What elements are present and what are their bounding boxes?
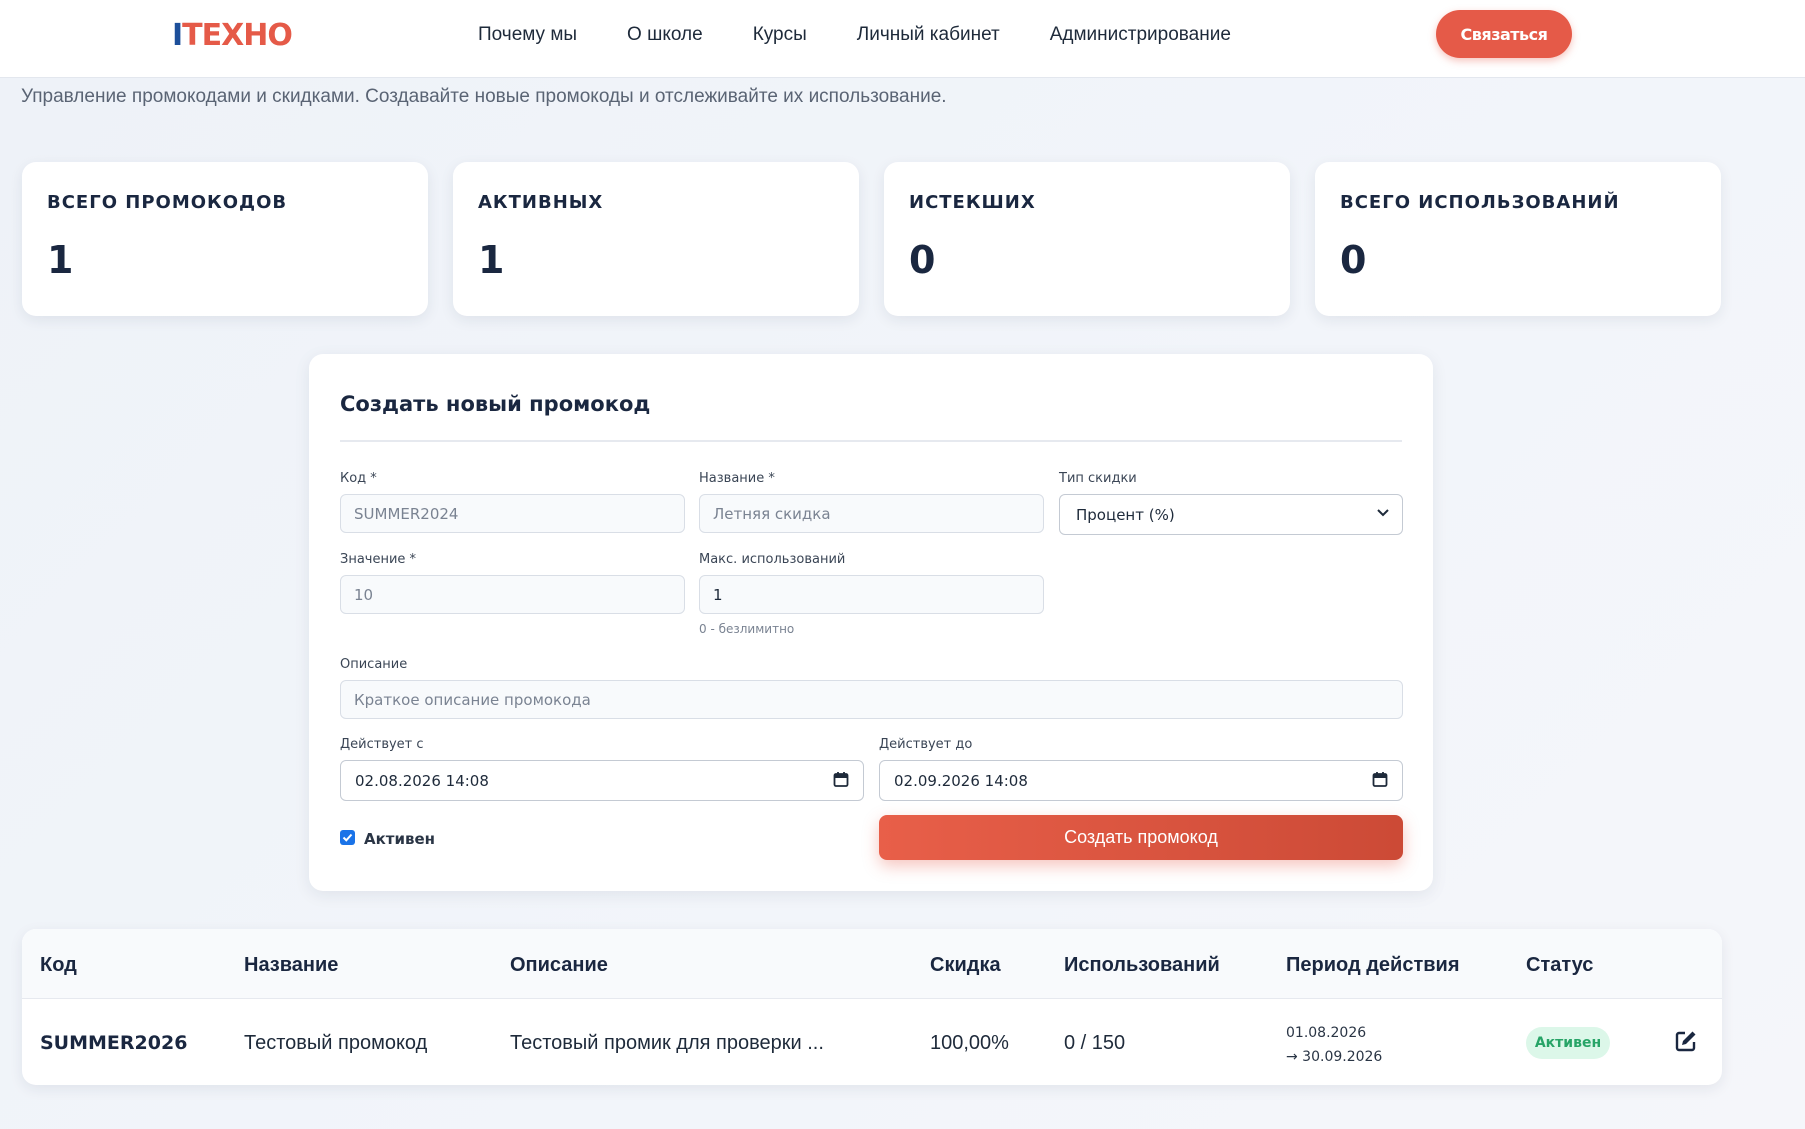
site-header: IТЕХНО Почему мы О школе Курсы Личный ка… (0, 0, 1805, 78)
stat-value: 0 (1340, 238, 1367, 282)
active-checkbox[interactable] (340, 830, 355, 845)
period-to: → 30.09.2026 (1286, 1049, 1383, 1065)
stat-card-expired: Истекших 0 (884, 162, 1290, 316)
value-input[interactable] (340, 575, 685, 614)
nav-admin[interactable]: Администрирование (1050, 24, 1231, 46)
valid-to-label: Действует до (879, 737, 973, 752)
stat-value: 1 (47, 238, 74, 282)
stat-card-usages: Всего использований 0 (1315, 162, 1721, 316)
col-status: Статус (1526, 954, 1594, 976)
stat-value: 0 (909, 238, 936, 282)
code-label: Код * (340, 471, 377, 486)
value-label: Значение * (340, 552, 417, 567)
chevron-down-icon (1376, 505, 1390, 523)
col-name: Название (244, 954, 339, 976)
stat-card-active: Активных 1 (453, 162, 859, 316)
col-period: Период действия (1286, 954, 1460, 976)
page-subtitle: Управление промокодами и скидками. Созда… (21, 86, 947, 107)
cell-description: Тестовый промик для проверки ... (510, 1032, 824, 1054)
nav-about-school[interactable]: О школе (627, 24, 703, 46)
logo-letter: I (172, 18, 183, 53)
cell-usage: 0 / 150 (1064, 1032, 1126, 1054)
logo-text: ТЕХНО (182, 18, 293, 53)
description-input[interactable] (340, 680, 1403, 719)
nav-courses[interactable]: Курсы (753, 24, 807, 46)
code-input[interactable] (340, 494, 685, 533)
max-usage-hint: 0 - безлимитно (699, 622, 795, 636)
create-promo-form: Создать новый промокод Код * Название * … (309, 354, 1433, 891)
discount-type-label: Тип скидки (1059, 471, 1137, 486)
col-description: Описание (510, 954, 608, 976)
stat-label: Всего использований (1340, 192, 1620, 213)
stat-label: Всего промокодов (47, 192, 288, 213)
valid-to-input[interactable]: 02.09.2026 14:08 (879, 760, 1403, 801)
max-usage-input[interactable] (699, 575, 1044, 614)
cell-discount: 100,00% (930, 1032, 1009, 1054)
calendar-icon[interactable] (833, 771, 849, 788)
col-usage: Использований (1064, 954, 1220, 976)
discount-type-value: Процент (%) (1076, 505, 1175, 524)
valid-to-value: 02.09.2026 14:08 (894, 771, 1028, 790)
valid-from-value: 02.08.2026 14:08 (355, 771, 489, 790)
period-from: 01.08.2026 (1286, 1025, 1367, 1041)
logo[interactable]: IТЕХНО (172, 18, 293, 53)
table-header: Код Название Описание Скидка Использован… (22, 929, 1722, 999)
stat-card-total: Всего промокодов 1 (22, 162, 428, 316)
stat-label: Истекших (909, 192, 1036, 213)
name-input[interactable] (699, 494, 1044, 533)
stat-label: Активных (478, 192, 604, 213)
stat-value: 1 (478, 238, 505, 282)
contact-button[interactable]: Связаться (1436, 10, 1572, 58)
valid-from-label: Действует с (340, 737, 424, 752)
calendar-icon[interactable] (1372, 771, 1388, 788)
cell-name: Тестовый промокод (244, 1032, 428, 1054)
divider (340, 440, 1402, 442)
discount-type-select[interactable]: Процент (%) (1059, 494, 1403, 535)
main-nav: Почему мы О школе Курсы Личный кабинет А… (478, 24, 1281, 46)
nav-account[interactable]: Личный кабинет (857, 24, 1000, 46)
valid-from-input[interactable]: 02.08.2026 14:08 (340, 760, 864, 801)
promo-table: Код Название Описание Скидка Использован… (22, 929, 1722, 1085)
active-checkbox-label[interactable]: Активен (364, 830, 435, 848)
form-title: Создать новый промокод (340, 392, 651, 416)
col-discount: Скидка (930, 954, 1001, 976)
nav-why-us[interactable]: Почему мы (478, 24, 577, 46)
edit-icon[interactable] (1674, 1029, 1698, 1053)
max-usage-label: Макс. использований (699, 552, 846, 567)
cell-period: 01.08.2026 → 30.09.2026 (1286, 1021, 1382, 1069)
name-label: Название * (699, 471, 775, 486)
status-badge: Активен (1526, 1027, 1610, 1059)
description-label: Описание (340, 657, 408, 672)
cell-code: SUMMER2026 (40, 1032, 188, 1054)
col-code: Код (40, 954, 77, 976)
create-promo-button[interactable]: Создать промокод (879, 815, 1403, 860)
